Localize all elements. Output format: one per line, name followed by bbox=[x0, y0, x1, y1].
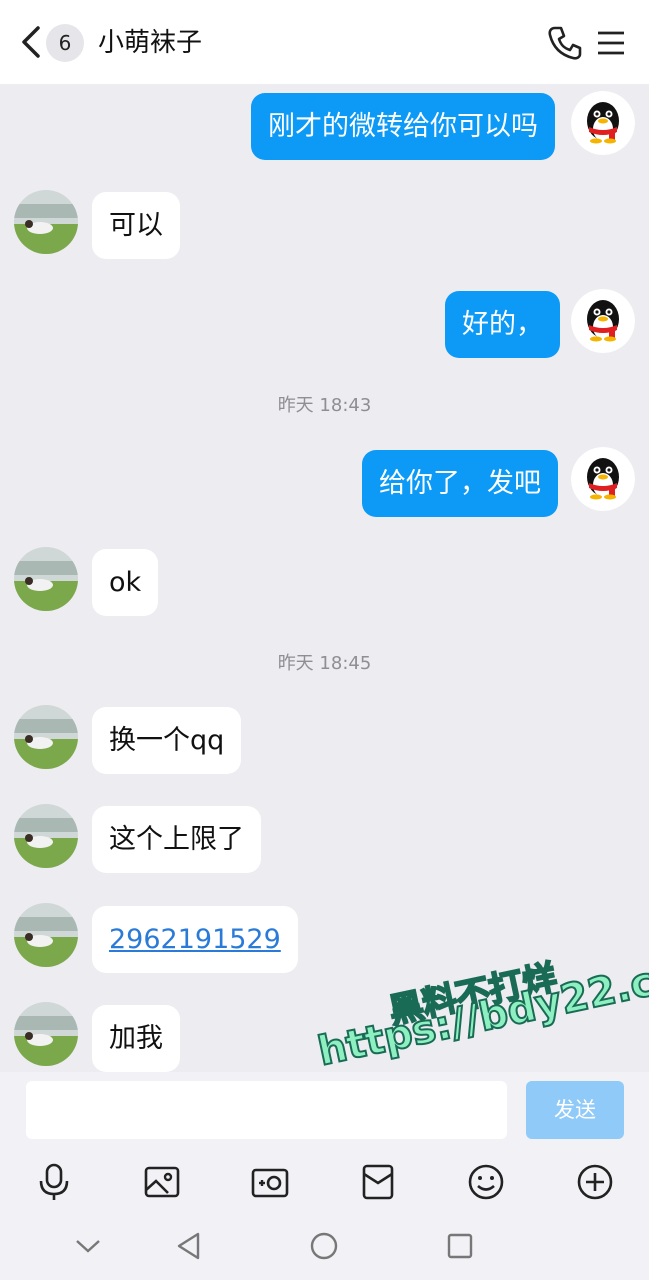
timestamp: 昨天 18:45 bbox=[277, 653, 372, 674]
home-circle-icon[interactable] bbox=[309, 1231, 339, 1261]
penguin-icon bbox=[571, 289, 635, 353]
emoji-icon[interactable] bbox=[466, 1162, 506, 1202]
chat-header: 6 小萌袜子 bbox=[0, 0, 649, 84]
chat-toolbar bbox=[0, 1152, 649, 1214]
incoming-message[interactable]: 可以 bbox=[92, 192, 180, 259]
message-input[interactable] bbox=[26, 1081, 507, 1139]
contact-photo-icon bbox=[14, 804, 78, 868]
contact-photo-icon bbox=[14, 705, 78, 769]
incoming-message[interactable]: ok bbox=[92, 549, 159, 616]
red-packet-icon[interactable] bbox=[358, 1162, 398, 1202]
timestamp: 昨天 18:43 bbox=[277, 395, 372, 416]
contact-photo-icon bbox=[14, 190, 78, 254]
incoming-message[interactable]: 换一个qq bbox=[92, 707, 242, 774]
self-avatar[interactable] bbox=[571, 447, 635, 511]
penguin-icon bbox=[571, 447, 635, 511]
plus-icon[interactable] bbox=[575, 1162, 615, 1202]
outgoing-message[interactable]: 好的， bbox=[445, 291, 560, 358]
send-button[interactable]: 发送 bbox=[526, 1081, 624, 1139]
contact-photo-icon bbox=[14, 903, 78, 967]
contact-avatar[interactable] bbox=[14, 1002, 78, 1066]
penguin-icon bbox=[571, 91, 635, 155]
self-avatar[interactable] bbox=[571, 289, 635, 353]
menu-icon[interactable] bbox=[596, 28, 626, 58]
contact-avatar[interactable] bbox=[14, 705, 78, 769]
outgoing-message[interactable]: 刚才的微转给你可以吗 bbox=[251, 93, 555, 160]
qq-number-link[interactable]: 2962191529 bbox=[109, 924, 281, 956]
recent-square-icon[interactable] bbox=[445, 1231, 475, 1261]
incoming-message[interactable]: 加我 bbox=[92, 1005, 180, 1072]
contact-photo-icon bbox=[14, 547, 78, 611]
outgoing-message[interactable]: 给你了，发吧 bbox=[362, 450, 558, 517]
chat-title: 小萌袜子 bbox=[98, 28, 203, 58]
contact-avatar[interactable] bbox=[14, 547, 78, 611]
camera-icon[interactable] bbox=[250, 1162, 290, 1202]
phone-icon[interactable] bbox=[546, 24, 584, 62]
contact-avatar[interactable] bbox=[14, 804, 78, 868]
incoming-message[interactable]: 2962191529 bbox=[92, 906, 298, 973]
microphone-icon[interactable] bbox=[34, 1162, 74, 1202]
back-triangle-icon[interactable] bbox=[174, 1231, 204, 1261]
incoming-message[interactable]: 这个上限了 bbox=[92, 806, 261, 873]
unread-count-badge[interactable]: 6 bbox=[46, 24, 84, 62]
image-icon[interactable] bbox=[142, 1162, 182, 1202]
contact-photo-icon bbox=[14, 1002, 78, 1066]
self-avatar[interactable] bbox=[571, 91, 635, 155]
message-list[interactable]: 刚才的微转给你可以吗 可以 好的， 昨天 18:43 给你了，发吧 ok 昨天 … bbox=[0, 84, 649, 1072]
system-nav-bar bbox=[0, 1214, 649, 1280]
back-icon[interactable] bbox=[18, 24, 46, 60]
contact-avatar[interactable] bbox=[14, 903, 78, 967]
contact-avatar[interactable] bbox=[14, 190, 78, 254]
chevron-down-icon[interactable] bbox=[73, 1231, 103, 1261]
input-bar: 发送 bbox=[0, 1072, 649, 1152]
